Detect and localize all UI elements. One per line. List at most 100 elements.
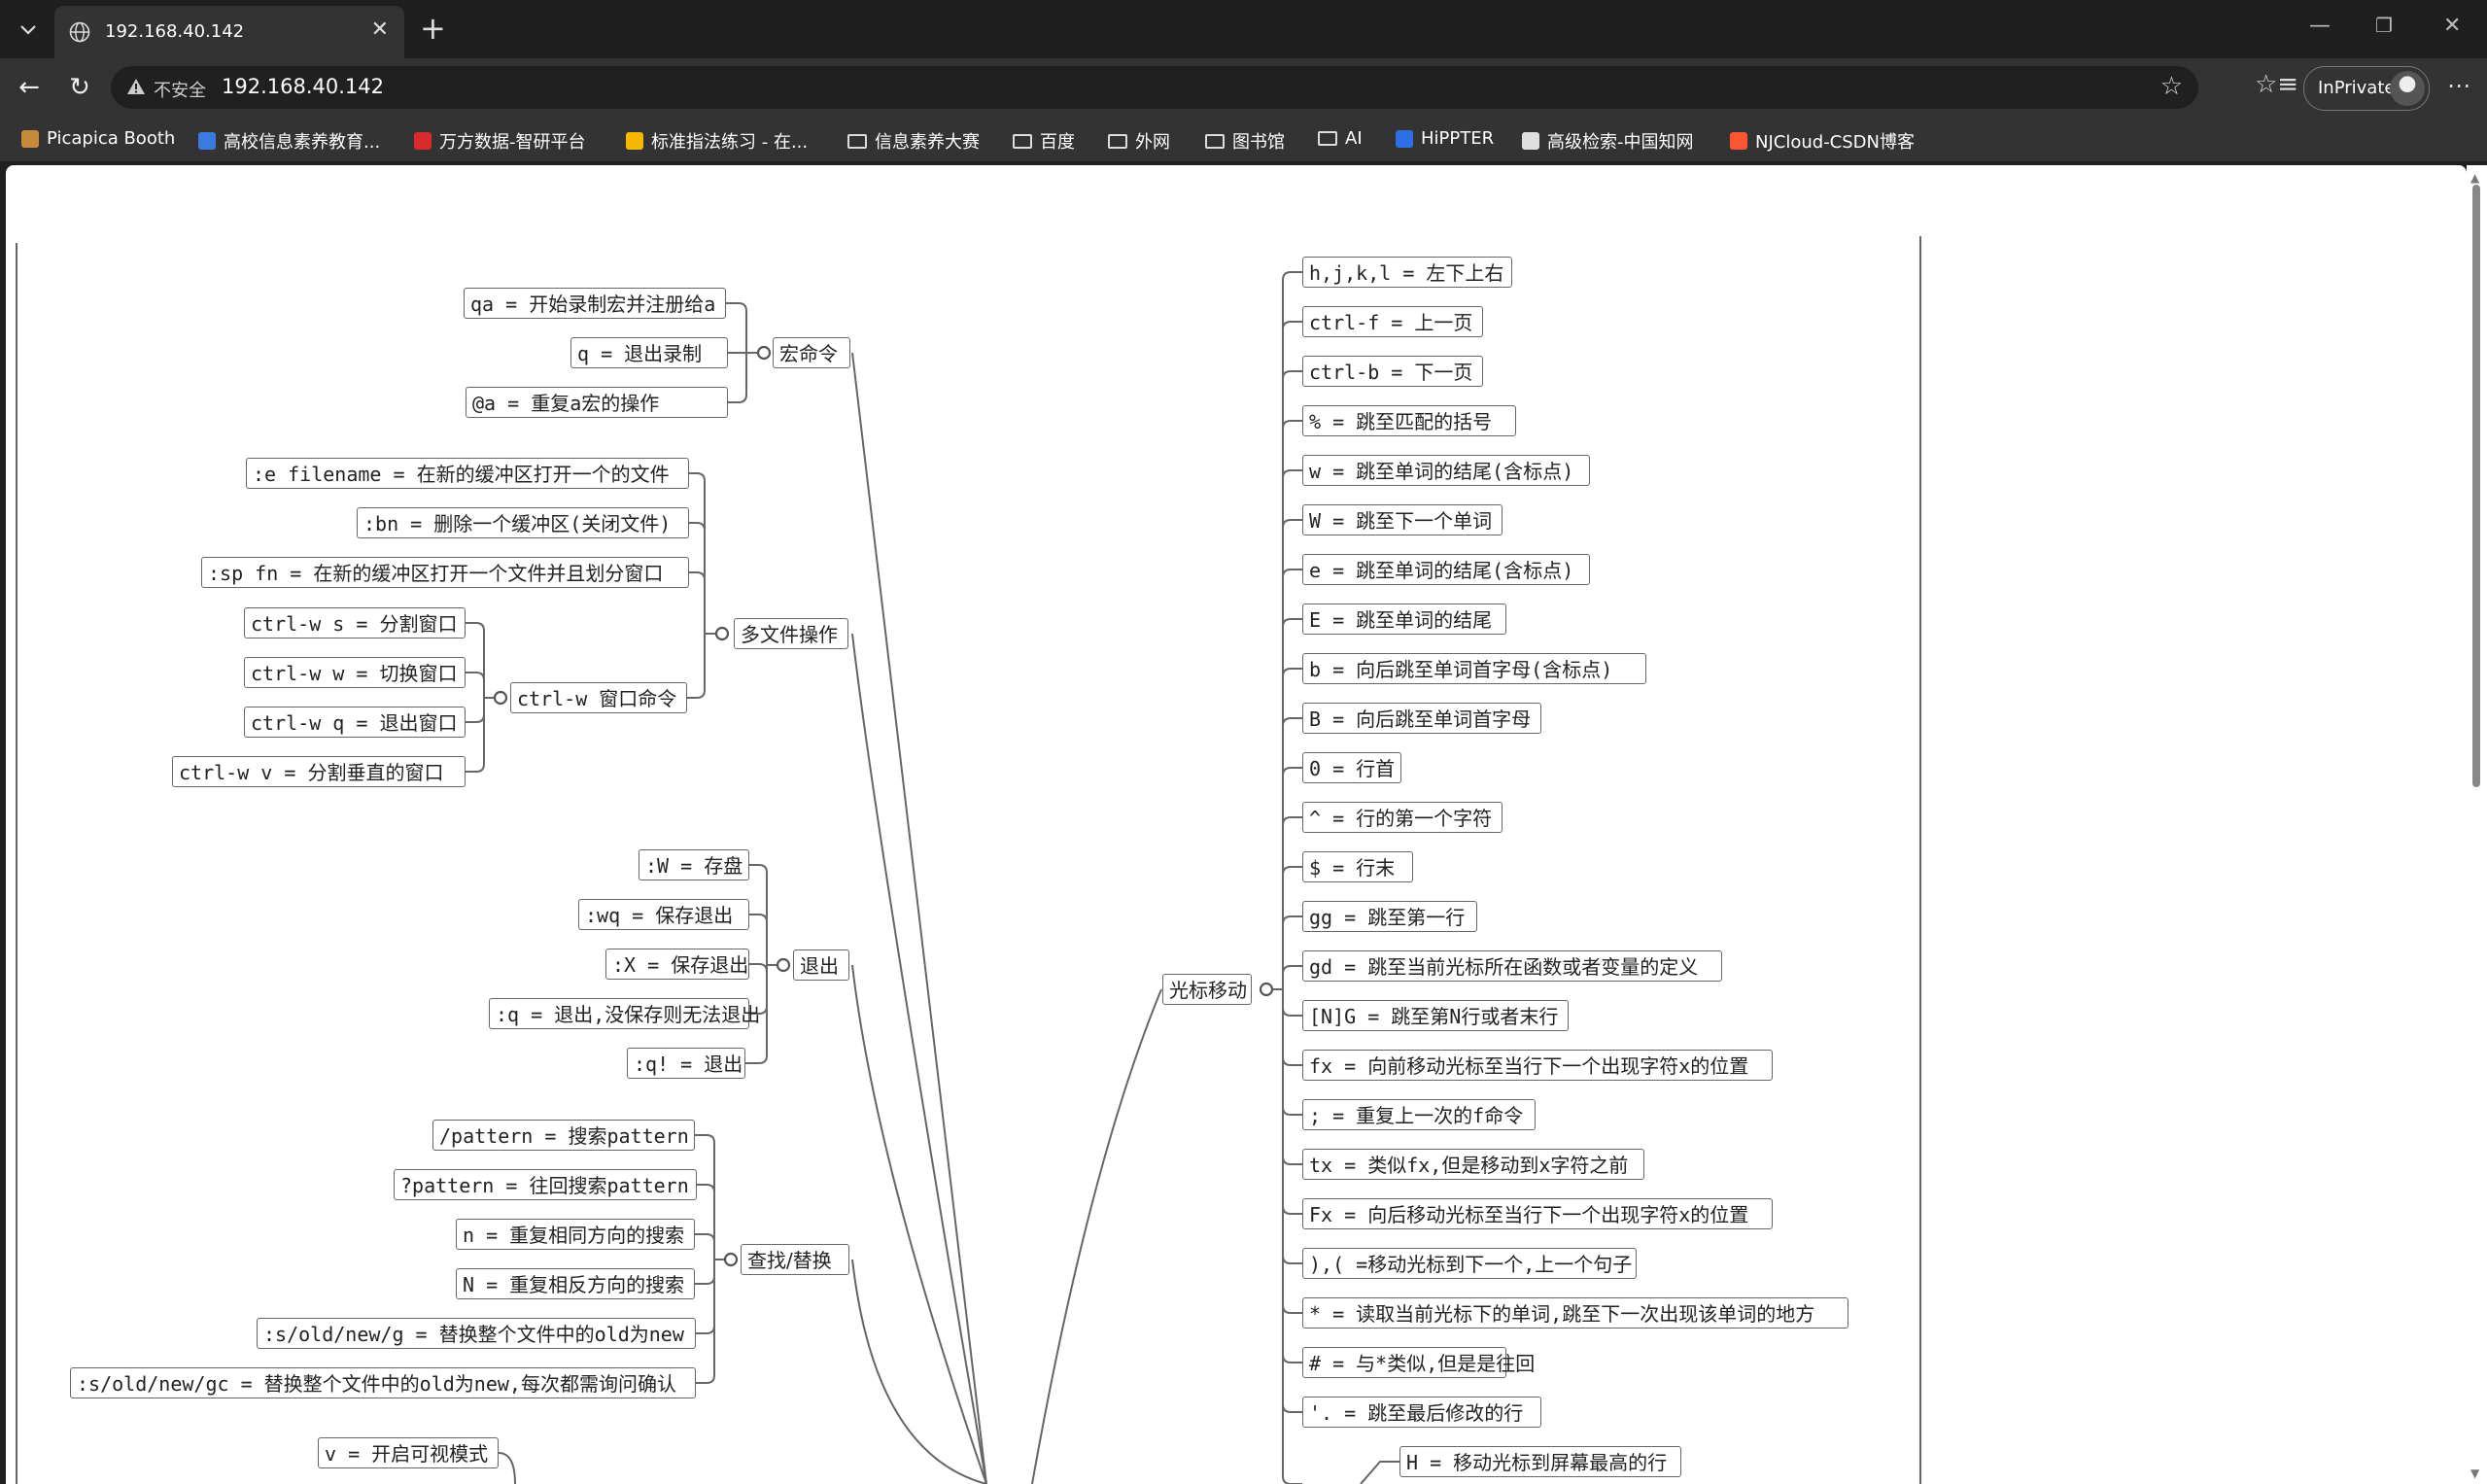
connector-line [851, 352, 987, 1484]
scroll-up-icon[interactable]: ▲ [2470, 171, 2479, 185]
quit-item[interactable]: :X = 保存退出 [605, 949, 749, 980]
bookmark-item[interactable]: AI [1318, 128, 1363, 149]
group-cursor[interactable]: 光标移动 [1162, 974, 1252, 1005]
cursor-item[interactable]: b = 向后跳至单词首字母(含标点) [1302, 653, 1646, 684]
cursor-item[interactable]: B = 向后跳至单词首字母 [1302, 703, 1541, 734]
window-item[interactable]: ctrl-w v = 分割垂直的窗口 [172, 756, 466, 787]
cursor-item[interactable]: ),( =移动光标到下一个,上一个句子 [1302, 1248, 1637, 1279]
cursor-item[interactable]: W = 跳至下一个单词 [1302, 504, 1503, 535]
group-search[interactable]: 查找/替换 [741, 1244, 849, 1275]
bookmark-item[interactable]: 高校信息素养教育... [198, 128, 380, 154]
macro-item[interactable]: @a = 重复a宏的操作 [466, 387, 728, 418]
bookmark-item[interactable]: 高级检索-中国知网 [1522, 128, 1694, 154]
inprivate-button[interactable]: InPrivate [2303, 66, 2430, 111]
cursor-item[interactable]: e = 跳至单词的结尾(含标点) [1302, 554, 1590, 585]
tab-list-button[interactable] [12, 14, 45, 47]
bookmark-item[interactable]: 万方数据-智研平台 [414, 128, 586, 154]
cursor-sub-item[interactable]: H = 移动光标到屏幕最高的行 [1399, 1446, 1681, 1477]
more-menu-icon[interactable]: ⋯ [2447, 72, 2470, 99]
close-tab-icon[interactable]: ✕ [371, 17, 389, 42]
cursor-item[interactable]: $ = 行末 [1302, 851, 1413, 882]
bookmark-label: 高校信息素养教育... [224, 132, 381, 153]
bookmark-label: 外网 [1135, 132, 1170, 153]
quit-item[interactable]: :q! = 退出 [627, 1048, 745, 1079]
window-item[interactable]: ctrl-w s = 分割窗口 [244, 607, 466, 638]
cursor-item[interactable]: % = 跳至匹配的括号 [1302, 405, 1516, 436]
tab-title: 192.168.40.142 [105, 21, 245, 42]
bookmark-item[interactable]: HiPPTER [1396, 128, 1494, 149]
cursor-item[interactable]: fx = 向前移动光标至当行下一个出现字符x的位置 [1302, 1050, 1773, 1081]
bookmark-item[interactable]: 百度 [1013, 128, 1075, 154]
collapse-toggle-icon[interactable] [776, 957, 791, 973]
cursor-item[interactable]: [N]G = 跳至第N行或者末行 [1302, 1000, 1569, 1031]
search-item[interactable]: :s/old/new/gc = 替换整个文件中的old为new,每次都需询问确认 [70, 1367, 696, 1398]
collapse-toggle-icon[interactable] [714, 626, 730, 641]
multifile-item[interactable]: :bn = 删除一个缓冲区(关闭文件) [357, 507, 689, 538]
bookmark-item[interactable]: 外网 [1108, 128, 1170, 154]
group-multifile[interactable]: 多文件操作 [734, 618, 848, 649]
favorites-icon[interactable]: ☆≡ [2255, 70, 2298, 99]
cursor-item[interactable]: w = 跳至单词的结尾(含标点) [1302, 455, 1590, 486]
search-item[interactable]: :s/old/new/g = 替换整个文件中的old为new [257, 1318, 696, 1349]
restore-icon[interactable]: ❐ [2375, 14, 2393, 37]
connector-line [466, 697, 501, 773]
bookmark-item[interactable]: NJCloud-CSDN博客 [1730, 128, 1915, 154]
cursor-item[interactable]: * = 读取当前光标下的单词,跳至下一次出现该单词的地方 [1302, 1297, 1848, 1329]
cursor-item[interactable]: tx = 类似fx,但是移动到x字符之前 [1302, 1149, 1644, 1180]
cursor-item[interactable]: ^ = 行的第一个字符 [1302, 802, 1503, 833]
scroll-thumb[interactable] [2472, 185, 2480, 787]
page-scrollbar[interactable]: ▲ ▼ [2467, 165, 2487, 1484]
multifile-item[interactable]: :sp fn = 在新的缓冲区打开一个文件并且划分窗口 [201, 557, 689, 588]
quit-item[interactable]: :W = 存盘 [639, 849, 749, 880]
connector-line [1266, 717, 1302, 990]
cursor-item[interactable]: 0 = 行首 [1302, 752, 1401, 783]
window-item[interactable]: ctrl-w q = 退出窗口 [244, 707, 466, 738]
group-window[interactable]: ctrl-w 窗口命令 [510, 682, 687, 713]
multifile-item[interactable]: :e filename = 在新的缓冲区打开一个的文件 [246, 458, 689, 489]
search-item[interactable]: /pattern = 搜索pattern [432, 1120, 695, 1151]
cursor-item[interactable]: h,j,k,l = 左下上右 [1302, 257, 1512, 288]
group-quit[interactable]: 退出 [793, 949, 849, 981]
cursor-item[interactable]: # = 与*类似,但是是往回 [1302, 1347, 1535, 1378]
window-item[interactable]: ctrl-w w = 切换窗口 [244, 657, 466, 688]
cursor-item[interactable]: ctrl-b = 下一页 [1302, 356, 1483, 387]
bookmark-item[interactable]: 图书馆 [1205, 128, 1285, 154]
collapse-toggle-icon[interactable] [1259, 982, 1274, 997]
avatar [2390, 71, 2425, 106]
bookmark-item[interactable]: 标准指法练习 - 在... [626, 128, 808, 154]
scroll-down-icon[interactable]: ▼ [2470, 1467, 2479, 1480]
connector-line [851, 1259, 987, 1484]
cursor-item[interactable]: gg = 跳至第一行 [1302, 901, 1477, 932]
search-item[interactable]: N = 重复相反方向的搜索 [456, 1268, 695, 1299]
collapse-toggle-icon[interactable] [723, 1252, 739, 1267]
macro-item[interactable]: q = 退出录制 [570, 337, 728, 368]
url-field[interactable]: 不安全 192.168.40.142 ☆ [111, 66, 2198, 109]
close-window-icon[interactable]: ✕ [2443, 14, 2461, 38]
bookmark-label: AI [1345, 128, 1363, 149]
cursor-item[interactable]: E = 跳至单词的结尾 [1302, 604, 1506, 635]
new-tab-button[interactable]: + [420, 12, 446, 45]
quit-item[interactable]: :wq = 保存退出 [578, 899, 749, 930]
tab-active[interactable]: 192.168.40.142 ✕ [54, 6, 404, 58]
bookmark-label: 高级检索-中国知网 [1547, 132, 1694, 153]
group-macro[interactable]: 宏命令 [773, 337, 850, 368]
cursor-item[interactable]: Fx = 向后移动光标至当行下一个出现字符x的位置 [1302, 1198, 1773, 1229]
cursor-item[interactable]: gd = 跳至当前光标所在函数或者变量的定义 [1302, 950, 1722, 982]
collapse-toggle-icon[interactable] [756, 345, 772, 361]
search-item[interactable]: ?pattern = 往回搜索pattern [394, 1169, 697, 1200]
bookmark-item[interactable]: Picapica Booth [21, 128, 175, 149]
cursor-item[interactable]: '. = 跳至最后修改的行 [1302, 1397, 1541, 1428]
visual-item[interactable]: v = 开启可视模式 [318, 1437, 499, 1468]
connector-line [1266, 767, 1302, 990]
quit-item[interactable]: :q = 退出,没保存则无法退出 [489, 998, 760, 1029]
cursor-item[interactable]: ; = 重复上一次的f命令 [1302, 1099, 1536, 1130]
minimize-icon[interactable]: — [2309, 14, 2331, 38]
bookmark-item[interactable]: 信息素养大赛 [847, 128, 980, 154]
search-item[interactable]: n = 重复相同方向的搜索 [456, 1219, 695, 1250]
cursor-item[interactable]: ctrl-f = 上一页 [1302, 306, 1483, 337]
reload-icon[interactable]: ↻ [62, 70, 97, 105]
star-icon[interactable]: ☆ [2160, 72, 2183, 101]
collapse-toggle-icon[interactable] [493, 690, 508, 706]
back-arrow-icon[interactable]: ← [12, 70, 47, 105]
macro-item[interactable]: qa = 开始录制宏并注册给a [464, 288, 726, 319]
